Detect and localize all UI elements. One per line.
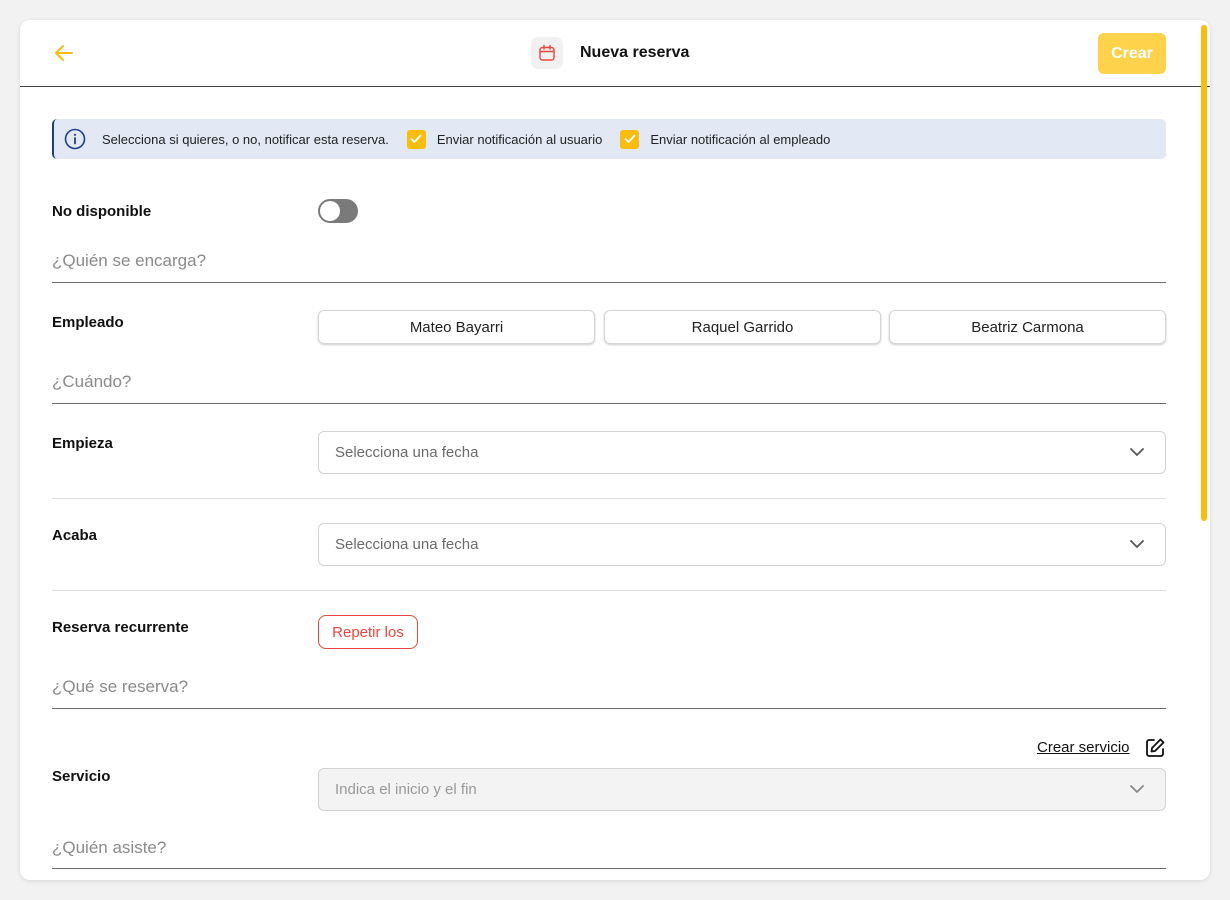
start-label: Empieza: [52, 435, 113, 452]
notify-employee-checkbox[interactable]: [620, 129, 640, 149]
notify-user-checkbox[interactable]: [406, 129, 426, 149]
divider: [52, 708, 1166, 709]
create-button[interactable]: Crear: [1098, 33, 1166, 74]
divider: [52, 590, 1166, 591]
employee-option[interactable]: Mateo Bayarri: [318, 310, 595, 344]
divider: [52, 868, 1166, 869]
divider: [52, 403, 1166, 404]
checkmark-icon: [624, 134, 636, 143]
notification-text: Selecciona si quieres, o no, notificar e…: [102, 131, 389, 147]
recurring-label: Reserva recurrente: [52, 619, 189, 636]
employee-option[interactable]: Raquel Garrido: [604, 310, 881, 344]
info-icon: [64, 128, 86, 150]
service-placeholder: Indica el inicio y el fin: [335, 781, 477, 798]
calendar-icon: [531, 37, 563, 69]
notification-banner: Selecciona si quieres, o no, notificar e…: [52, 119, 1166, 159]
repeat-button[interactable]: Repetir los: [318, 615, 418, 649]
service-select[interactable]: Indica el inicio y el fin: [318, 768, 1166, 811]
scrollbar-thumb[interactable]: [1201, 25, 1207, 521]
chevron-down-icon: [1130, 448, 1144, 456]
start-date-select[interactable]: Selecciona una fecha: [318, 431, 1166, 474]
end-date-placeholder: Selecciona una fecha: [335, 536, 479, 553]
service-label: Servicio: [52, 768, 111, 785]
divider: [52, 282, 1166, 283]
notify-user-label: Enviar notificación al usuario: [436, 131, 603, 147]
divider: [52, 498, 1166, 499]
end-label: Acaba: [52, 527, 98, 544]
unavailable-toggle[interactable]: [318, 199, 358, 223]
checkmark-icon: [410, 134, 422, 143]
header-title-group: Nueva reserva: [531, 37, 689, 69]
section-what: ¿Qué se reserva?: [52, 677, 189, 696]
notify-employee-label: Enviar notificación al empleado: [650, 131, 831, 147]
arrow-left-icon: [55, 45, 73, 61]
end-date-select[interactable]: Selecciona una fecha: [318, 523, 1166, 566]
booking-card: Nueva reserva Crear Selecciona si quiere…: [20, 20, 1210, 880]
unavailable-label: No disponible: [52, 203, 152, 220]
section-who: ¿Quién se encarga?: [52, 251, 207, 270]
create-service-link[interactable]: Crear servicio: [1037, 739, 1130, 756]
chevron-down-icon: [1130, 540, 1144, 548]
section-attendees: ¿Quién asiste?: [52, 838, 167, 857]
edit-icon[interactable]: [1144, 737, 1166, 759]
page-title: Nueva reserva: [580, 44, 690, 61]
chevron-down-icon: [1130, 785, 1144, 793]
employee-label: Empleado: [52, 314, 124, 331]
back-button[interactable]: [52, 42, 76, 64]
section-when: ¿Cuándo?: [52, 372, 132, 391]
employee-option[interactable]: Beatriz Carmona: [889, 310, 1166, 344]
start-date-placeholder: Selecciona una fecha: [335, 444, 479, 461]
toggle-knob: [320, 201, 340, 221]
header: Nueva reserva Crear: [20, 20, 1210, 87]
